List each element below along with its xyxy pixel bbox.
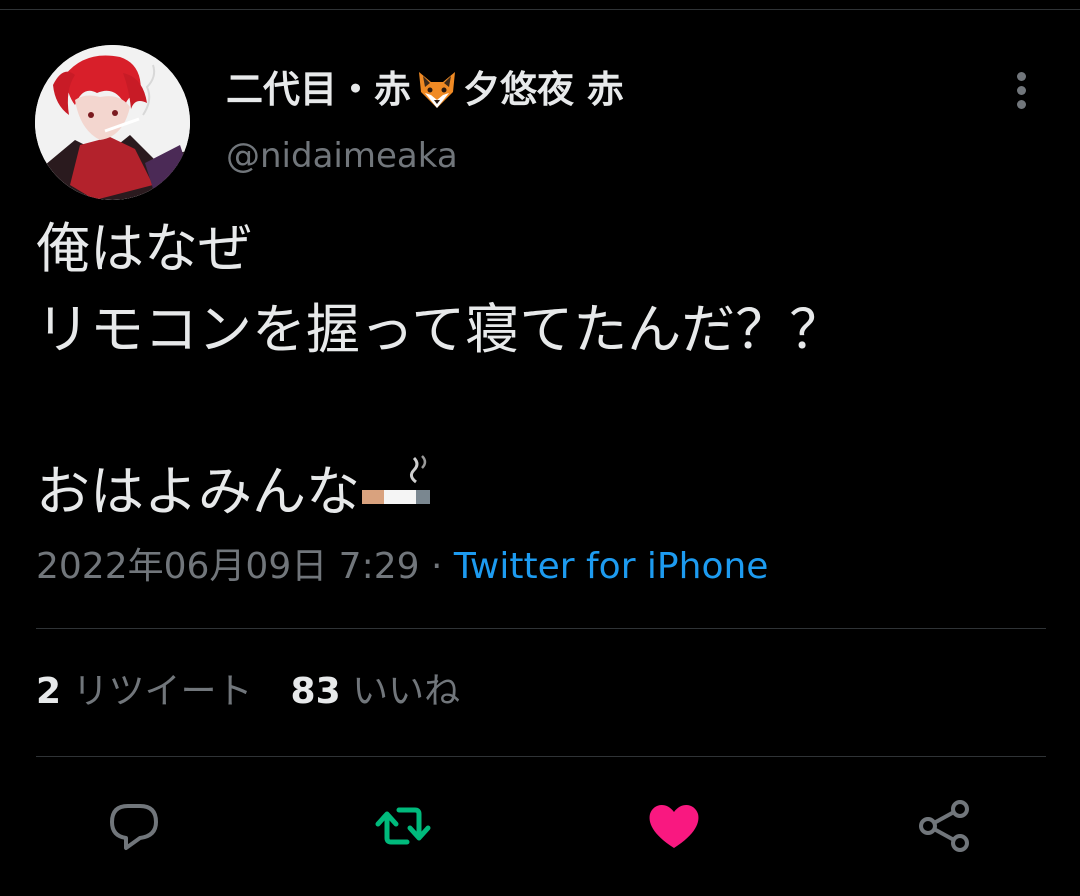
tweet-text: 俺はなぜ リモコンを握って寝てたんだ？？ おはよみんな: [36, 208, 1046, 532]
more-dot-icon: [1017, 86, 1026, 95]
fox-face-icon: [413, 66, 461, 114]
retweet-label: リツイート: [72, 671, 253, 712]
share-button[interactable]: [914, 796, 974, 856]
tweet-line: 俺はなぜ: [36, 217, 252, 280]
cigarette-icon: [360, 452, 432, 516]
retweet-button[interactable]: [373, 796, 433, 856]
source-link[interactable]: Twitter for iPhone: [454, 546, 769, 587]
likes-stat[interactable]: 83 いいね: [291, 668, 461, 716]
like-count: 83: [290, 671, 341, 712]
user-handle[interactable]: @nidaimeaka: [226, 134, 458, 178]
more-dot-icon: [1017, 72, 1026, 81]
retweet-icon: [375, 807, 431, 845]
retweet-count: 2: [36, 671, 62, 712]
display-name[interactable]: 二代目・赤 夕悠夜 赤: [226, 66, 624, 114]
retweets-stat[interactable]: 2 リツイート: [36, 668, 253, 716]
reply-button[interactable]: [104, 796, 164, 856]
like-label: いいね: [352, 671, 461, 712]
tweet-line-with-emoji: おはよみんな: [36, 451, 1046, 532]
like-button[interactable]: [644, 796, 704, 856]
tweet-meta: 2022年06月09日 7:29 · Twitter for iPhone: [36, 542, 768, 592]
tweet-line: [36, 370, 1046, 451]
tweet-line: リモコンを握って寝てたんだ？？: [36, 298, 844, 361]
avatar[interactable]: [35, 45, 190, 200]
meta-separator: ·: [430, 546, 443, 587]
top-divider: [0, 9, 1080, 10]
more-options-button[interactable]: [1006, 70, 1038, 112]
timestamp[interactable]: 2022年06月09日 7:29: [36, 546, 420, 587]
tweet-line: おはよみんな: [36, 460, 360, 523]
share-icon: [919, 800, 969, 852]
divider: [36, 756, 1046, 757]
avatar-image: [35, 45, 190, 200]
tweet-stats: 2 リツイート 83 いいね: [36, 668, 460, 716]
more-dot-icon: [1017, 100, 1026, 109]
heart-icon: [649, 805, 699, 848]
divider: [36, 628, 1046, 629]
reply-icon: [110, 804, 158, 850]
display-name-part2: 夕悠夜 赤: [463, 68, 624, 111]
display-name-part1: 二代目・赤: [226, 68, 411, 111]
